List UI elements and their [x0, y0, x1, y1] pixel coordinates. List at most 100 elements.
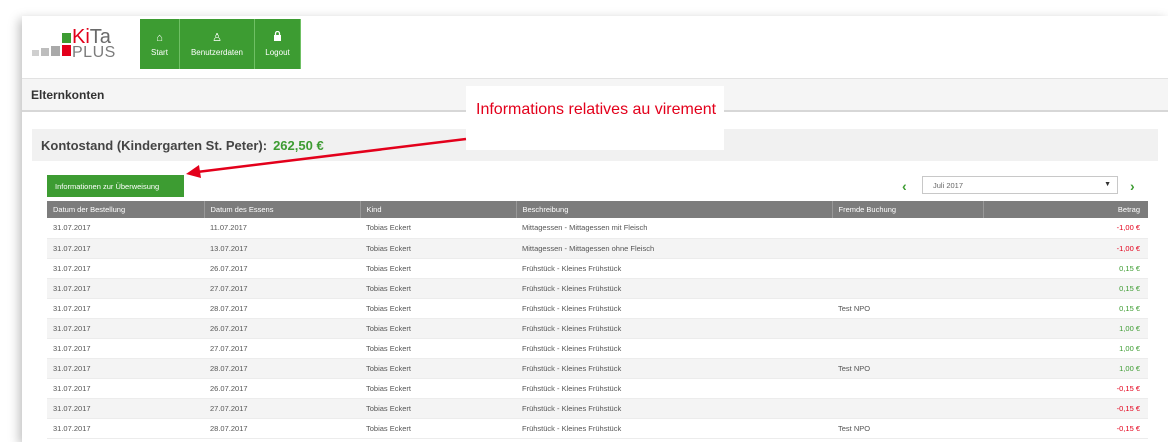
table-cell: 31.07.2017 [47, 418, 204, 439]
table-cell: Mittagessen - Mittagessen ohne Fleisch [516, 238, 832, 259]
amount-cell: -0,15 € [983, 378, 1148, 399]
amount-cell: -0,15 € [983, 398, 1148, 419]
table-cell: Frühstück - Kleines Frühstück [516, 378, 832, 399]
table-cell: Frühstück - Kleines Frühstück [516, 298, 832, 319]
table-cell [832, 398, 983, 419]
amount-cell: 0,15 € [983, 258, 1148, 279]
user-icon: ♙ [212, 31, 222, 44]
table-cell [832, 378, 983, 399]
table-cell: Frühstück - Kleines Frühstück [516, 338, 832, 359]
table-header-row: Datum der Bestellung Datum des Essens Ki… [47, 201, 1148, 218]
table-cell [832, 318, 983, 339]
amount-cell: 0,15 € [983, 278, 1148, 299]
table-cell: 27.07.2017 [204, 338, 360, 359]
table-cell: Tobias Eckert [360, 258, 516, 279]
nav-start-label: Start [151, 47, 168, 57]
column-header[interactable]: Kind [360, 201, 517, 218]
column-header[interactable]: Betrag [983, 201, 1148, 218]
annotation-text: Informations relatives au virement [476, 101, 717, 118]
table-cell: Frühstück - Kleines Frühstück [516, 318, 832, 339]
transfer-info-button[interactable]: Informationen zur Überweisung [47, 175, 184, 197]
nav-start[interactable]: ⌂ Start [140, 19, 180, 69]
table-cell: Tobias Eckert [360, 398, 516, 419]
table-row: 31.07.2017 28.07.2017 Tobias Eckert Frühstü… [47, 418, 1148, 439]
chevron-left-icon[interactable]: ‹ [902, 178, 907, 194]
kita-plus-logo: KiTa PLUS [32, 24, 122, 64]
table-cell: Tobias Eckert [360, 278, 516, 299]
table-cell: Frühstück - Kleines Frühstück [516, 258, 832, 279]
table-cell: 28.07.2017 [204, 358, 360, 379]
table-row: 31.07.2017 11.07.2017 Tobias Eckert Mittage… [47, 218, 1148, 239]
column-header[interactable]: Datum der Bestellung [47, 201, 205, 218]
logo-text-plus: PLUS [72, 44, 116, 61]
table-cell: 28.07.2017 [204, 418, 360, 439]
nav-benutzerdaten-label: Benutzerdaten [190, 47, 244, 57]
table-cell: Tobias Eckert [360, 358, 516, 379]
main-nav: ⌂ Start ♙ Benutzerdaten Logout [140, 19, 301, 69]
table-cell [832, 258, 983, 279]
table-row: 31.07.2017 27.07.2017 Tobias Eckert Frühstü… [47, 338, 1148, 359]
table-cell: Frühstück - Kleines Frühstück [516, 398, 832, 419]
table-cell [832, 238, 983, 259]
table-cell: 28.07.2017 [204, 298, 360, 319]
home-icon: ⌂ [156, 31, 163, 44]
nav-benutzerdaten[interactable]: ♙ Benutzerdaten [180, 19, 255, 69]
table-cell: Frühstück - Kleines Frühstück [516, 418, 832, 439]
table-cell: Test NPO [832, 358, 983, 379]
table-row: 31.07.2017 13.07.2017 Tobias Eckert Mittage… [47, 238, 1148, 259]
table-cell: Tobias Eckert [360, 418, 516, 439]
transactions-table: Datum der Bestellung Datum des Essens Ki… [47, 201, 1148, 439]
caret-down-icon: ▼ [1104, 181, 1111, 188]
amount-cell: -1,00 € [983, 238, 1148, 259]
header: KiTa PLUS ⌂ Start ♙ Benutzerdaten Logout [22, 16, 1168, 76]
balance-label-text: Kontostand (Kindergarten St. Peter): [41, 138, 268, 153]
table-cell: Mittagessen - Mittagessen mit Fleisch [516, 218, 832, 239]
table-cell: Frühstück - Kleines Frühstück [516, 278, 832, 299]
amount-cell: -0,15 € [983, 418, 1148, 439]
table-row: 31.07.2017 26.07.2017 Tobias Eckert Frühstü… [47, 318, 1148, 339]
table-row: 31.07.2017 26.07.2017 Tobias Eckert Frühstü… [47, 378, 1148, 399]
table-cell: Tobias Eckert [360, 378, 516, 399]
table-cell: 31.07.2017 [47, 298, 204, 319]
table-cell: 27.07.2017 [204, 278, 360, 299]
column-header[interactable]: Fremde Buchung [832, 201, 984, 218]
table-cell: 31.07.2017 [47, 338, 204, 359]
table-cell: Test NPO [832, 298, 983, 319]
page-title: Elternkonten [31, 88, 105, 102]
column-header[interactable]: Beschreibung [516, 201, 833, 218]
table-cell: 31.07.2017 [47, 398, 204, 419]
table-row: 31.07.2017 27.07.2017 Tobias Eckert Frühstü… [47, 278, 1148, 299]
amount-cell: 1,00 € [983, 358, 1148, 379]
month-select-value: Juli 2017 [933, 181, 964, 190]
table-cell [832, 338, 983, 359]
table-cell: 13.07.2017 [204, 238, 360, 259]
nav-logout[interactable]: Logout [255, 19, 301, 69]
balance-label: Kontostand (Kindergarten St. Peter): 262,… [41, 138, 324, 153]
table-cell: Tobias Eckert [360, 218, 516, 239]
table-cell: Tobias Eckert [360, 318, 516, 339]
amount-cell: 1,00 € [983, 338, 1148, 359]
table-cell: 31.07.2017 [47, 278, 204, 299]
table-cell: Tobias Eckert [360, 238, 516, 259]
month-select[interactable]: Juli 2017 ▼ [922, 176, 1118, 194]
table-cell: 31.07.2017 [47, 358, 204, 379]
table-cell: 11.07.2017 [204, 218, 360, 239]
amount-cell: 0,15 € [983, 298, 1148, 319]
balance-amount: 262,50 € [273, 138, 324, 153]
amount-cell: -1,00 € [983, 218, 1148, 239]
nav-logout-label: Logout [265, 48, 290, 57]
table-cell: 26.07.2017 [204, 378, 360, 399]
amount-cell: 1,00 € [983, 318, 1148, 339]
table-cell: Frühstück - Kleines Frühstück [516, 358, 832, 379]
table-cell: Test NPO [832, 418, 983, 439]
table-cell [832, 218, 983, 239]
table-cell: 31.07.2017 [47, 258, 204, 279]
table-row: 31.07.2017 26.07.2017 Tobias Eckert Frühstü… [47, 258, 1148, 279]
table-cell: 26.07.2017 [204, 318, 360, 339]
column-header[interactable]: Datum des Essens [204, 201, 361, 218]
table-cell: Tobias Eckert [360, 338, 516, 359]
table-row: 31.07.2017 28.07.2017 Tobias Eckert Frühstü… [47, 358, 1148, 379]
annotation-callout: Informations relatives au virement [466, 86, 724, 150]
chevron-right-icon[interactable]: › [1130, 178, 1135, 194]
table-cell [832, 278, 983, 299]
